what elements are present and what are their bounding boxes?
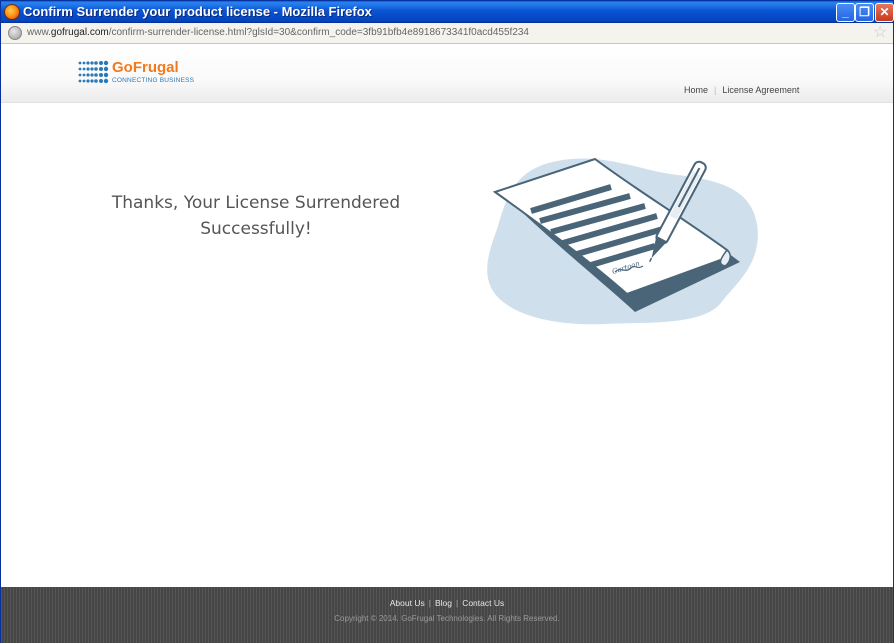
success-message-line2: Successfully!	[200, 219, 312, 239]
firefox-icon	[4, 4, 20, 20]
site-globe-icon	[8, 26, 22, 40]
footer-links: About Us | Blog | Contact Us	[1, 598, 893, 608]
gofrugal-logo[interactable]: GoFrugal CONNECTING BUSINESS	[77, 59, 207, 87]
footer-separator: |	[455, 598, 459, 608]
url-domain: gofrugal.com	[50, 27, 109, 38]
nav-home-link[interactable]: Home	[684, 85, 708, 95]
footer-separator: |	[428, 598, 431, 608]
signed-document-pen-icon: Cartoon	[487, 157, 758, 325]
nav-separator: |	[714, 85, 717, 95]
url-path: /confirm-surrender-license.html?glsId=30…	[108, 27, 529, 38]
site-footer: About Us | Blog | Contact Us Copyright © 201…	[1, 587, 893, 643]
nav-license-agreement-link[interactable]: License Agreement	[722, 85, 799, 95]
minimize-button[interactable]: _	[836, 3, 855, 22]
footer-contact-us-link[interactable]: Contact Us	[462, 598, 504, 608]
footer-blog-link[interactable]: Blog	[435, 598, 452, 608]
site-header: GoFrugal CONNECTING BUSINESS Home | Licens…	[1, 45, 893, 103]
address-bar[interactable]: www.gofrugal.com/confirm-surrender-licen…	[1, 23, 893, 44]
maximize-button[interactable]: ❐	[855, 3, 874, 22]
main-content: Thanks, Your License Surrendered Success…	[1, 104, 893, 587]
window-title: Confirm Surrender your product license -…	[23, 4, 372, 19]
url-prefix: www.	[27, 27, 51, 38]
url-text[interactable]: www.gofrugal.com/confirm-surrender-licen…	[27, 27, 529, 38]
star-icon[interactable]: ☆	[873, 24, 887, 42]
window-titlebar: Confirm Surrender your product license -…	[0, 0, 894, 23]
logo-dots-icon	[78, 60, 109, 84]
logo-brand-text: GoFrugal	[112, 59, 179, 76]
footer-about-us-link[interactable]: About Us	[390, 598, 425, 608]
logo-tagline: CONNECTING BUSINESS	[112, 77, 195, 84]
success-message-line1: Thanks, Your License Surrendered	[111, 193, 401, 213]
footer-copyright: Copyright © 2014. GoFrugal Technologies.…	[334, 614, 560, 623]
close-button[interactable]: ✕	[875, 3, 894, 22]
top-nav: Home | License Agreement	[684, 85, 799, 95]
success-message: Thanks, Your License Surrendered Success…	[111, 190, 401, 242]
